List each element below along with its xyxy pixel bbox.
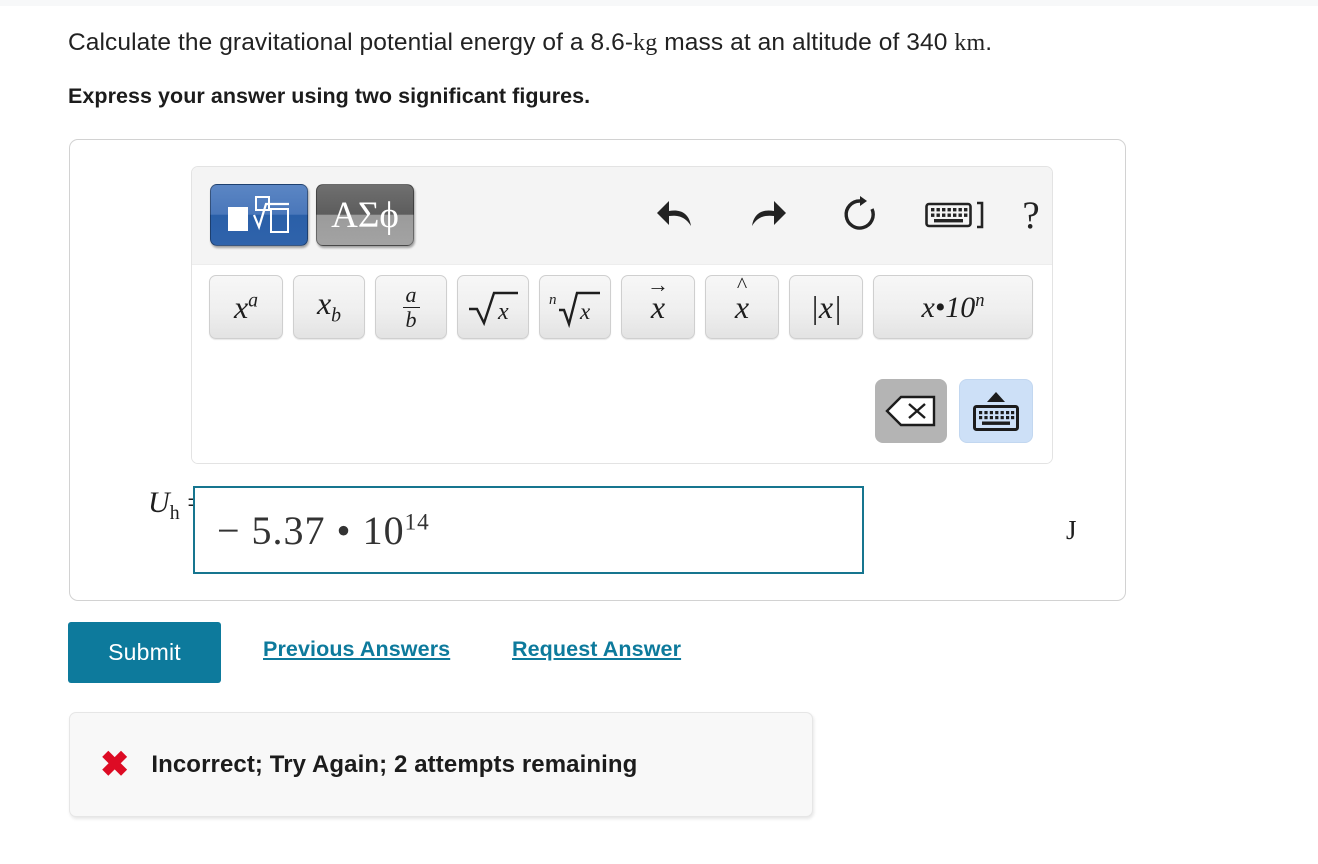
nth-root-key[interactable]: n x (539, 275, 611, 339)
vector-key-glyph: → x (646, 272, 669, 325)
square-root-key[interactable]: x (457, 275, 529, 339)
answer-value: − 5.37 • 1014 (217, 507, 430, 554)
svg-text:n: n (549, 292, 557, 308)
math-palette: ΑΣϕ ? xa xb a b x n x → x ^ x |x| x•10n (191, 166, 1053, 464)
answer-symbol-subscript: h (169, 502, 180, 524)
mass-unit: kg (633, 30, 658, 56)
subscript-key-glyph: xb (316, 285, 342, 327)
keyboard-shortcuts-icon (925, 201, 984, 229)
question-text-part1: Calculate the gravitational potential en… (68, 29, 634, 56)
onscreen-keyboard-toggle[interactable] (959, 379, 1033, 443)
answer-unit: J (1066, 515, 1077, 545)
reset-icon (844, 196, 875, 230)
feedback-message: Incorrect; Try Again; 2 attempts remaini… (151, 750, 638, 778)
scientific-notation-key-glyph: x•10n (921, 289, 985, 324)
redo-icon (752, 201, 786, 226)
undo-icon (657, 201, 691, 226)
answer-variable-label: Uh = (94, 486, 204, 525)
help-button[interactable]: ? (1010, 189, 1052, 241)
answer-exponent: 14 (404, 509, 430, 536)
triangle-up-icon (987, 391, 1005, 402)
altitude-unit: km (954, 30, 986, 56)
question-text-part3: . (985, 29, 993, 56)
feedback-panel: ✖ Incorrect; Try Again; 2 attempts remai… (69, 712, 813, 817)
undo-button[interactable] (651, 189, 699, 241)
scientific-notation-key[interactable]: x•10n (873, 275, 1033, 339)
power-key[interactable]: xa (209, 275, 283, 339)
request-answer-link[interactable]: Request Answer (512, 637, 681, 662)
hat-key-glyph: ^ x (734, 272, 750, 325)
square-root-icon: x (469, 291, 518, 327)
backspace-icon (885, 395, 936, 427)
svg-text:x: x (497, 299, 509, 325)
vector-arrow-icon: → (646, 272, 669, 297)
fraction-key[interactable]: a b (375, 275, 447, 339)
svg-text:x: x (579, 299, 591, 324)
unit-vector-key[interactable]: ^ x (705, 272, 779, 339)
palette-action-row (192, 366, 1052, 463)
top-edge-strip (0, 0, 1318, 6)
vector-key[interactable]: → x (621, 272, 695, 339)
nth-root-icon: n x (549, 291, 600, 329)
greek-symbols-label: ΑΣϕ (331, 194, 399, 236)
keyboard-icon (973, 404, 1019, 431)
palette-toolbar-row: ΑΣϕ ? (192, 167, 1052, 265)
answer-panel: ΑΣϕ ? xa xb a b x n x → x ^ x |x| x•10n … (69, 139, 1126, 601)
previous-answers-link[interactable]: Previous Answers (263, 637, 450, 662)
question-text: Calculate the gravitational potential en… (68, 26, 992, 60)
reset-button[interactable] (836, 189, 884, 241)
answer-symbol: U (148, 486, 170, 519)
math-template-mode-button[interactable] (210, 184, 308, 246)
submit-button[interactable]: Submit (68, 622, 221, 683)
math-template-icon (228, 196, 289, 233)
keyboard-shortcuts-button[interactable] (920, 189, 992, 241)
help-label: ? (1022, 193, 1040, 237)
instruction-text: Express your answer using two significan… (68, 84, 591, 108)
incorrect-icon: ✖ (100, 745, 130, 784)
answer-mantissa: − 5.37 • 10 (217, 507, 405, 553)
palette-template-row: xa xb a b x n x → x ^ x |x| x•10n (192, 265, 1052, 366)
redo-button[interactable] (744, 189, 792, 241)
hat-accent-icon: ^ (736, 272, 748, 297)
fraction-key-glyph: a b (402, 283, 420, 331)
absolute-value-key[interactable]: |x| (789, 275, 863, 339)
answer-input[interactable]: − 5.37 • 1014 (193, 486, 864, 574)
backspace-key[interactable] (875, 379, 947, 443)
subscript-key[interactable]: xb (293, 275, 365, 339)
question-text-part2: mass at an altitude of 340 (657, 29, 955, 56)
power-key-glyph: xa (233, 289, 259, 325)
greek-symbols-mode-button[interactable]: ΑΣϕ (316, 184, 414, 246)
absolute-value-key-glyph: |x| (810, 289, 842, 325)
